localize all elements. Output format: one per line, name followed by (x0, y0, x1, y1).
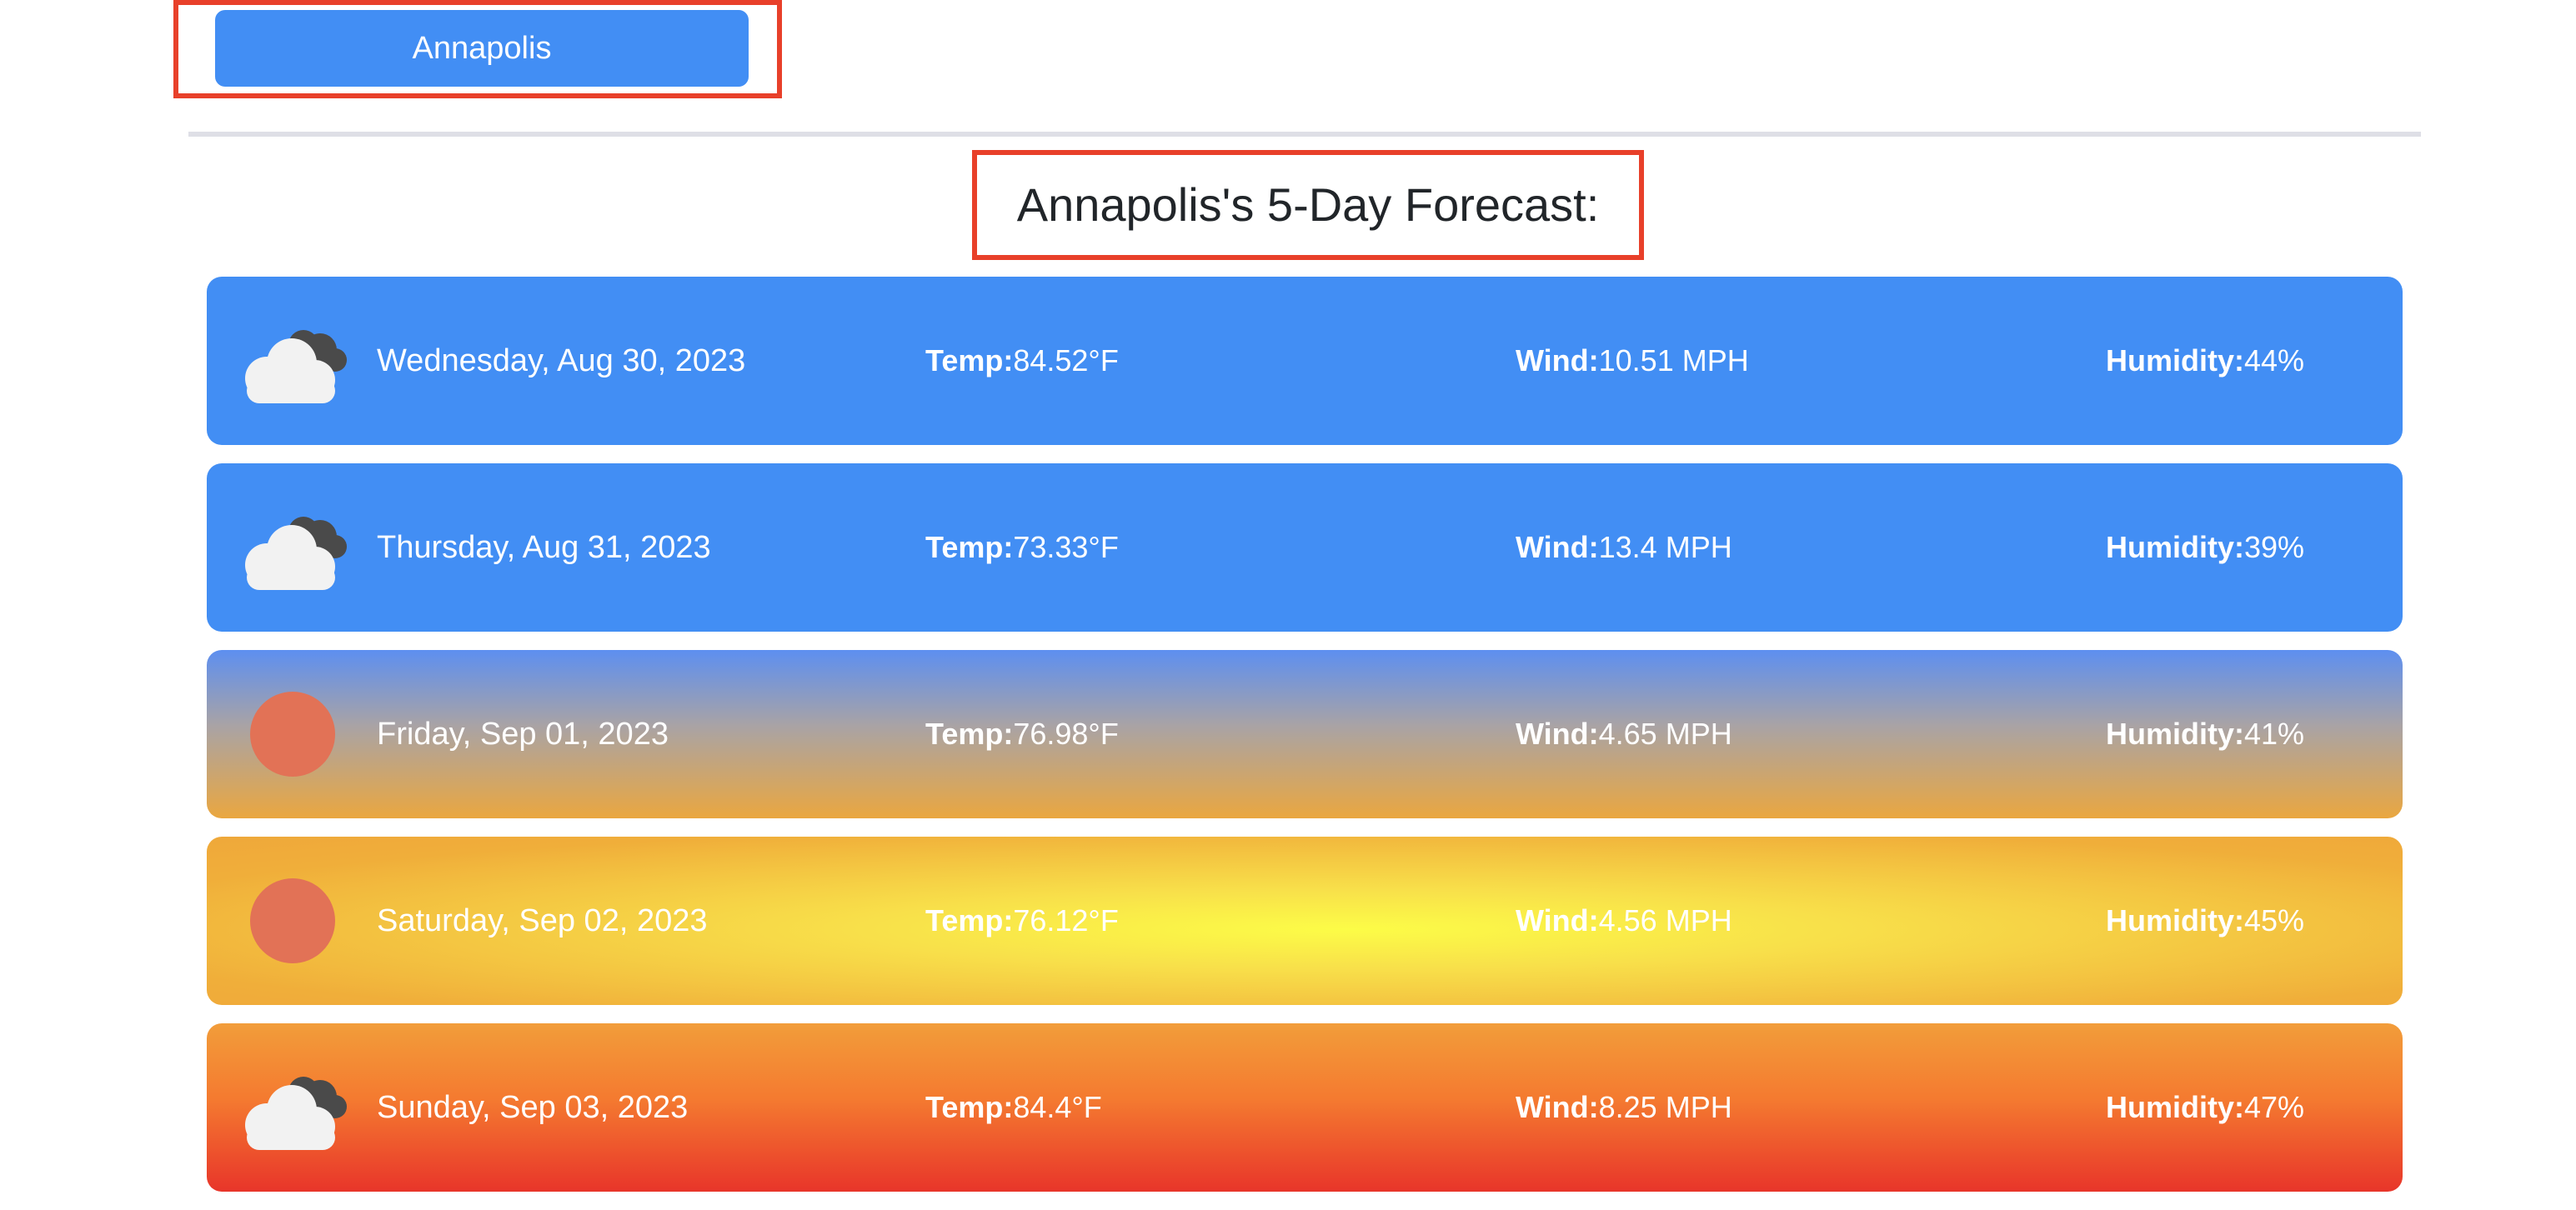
wind-value: 8.25 MPH (1598, 1090, 1732, 1124)
forecast-date: Wednesday, Aug 30, 2023 (377, 343, 746, 378)
humidity-label: Humidity: (2106, 903, 2244, 938)
forecast-temp: Temp:76.12°F (925, 837, 1119, 1005)
temp-value: 76.98°F (1013, 717, 1119, 751)
temp-label: Temp: (925, 717, 1014, 751)
forecast-temp: Temp:73.33°F (925, 463, 1119, 632)
wind-label: Wind: (1516, 717, 1599, 751)
temp-value: 76.12°F (1013, 903, 1119, 938)
humidity-value: 39% (2244, 530, 2305, 564)
humidity-label: Humidity: (2106, 1090, 2244, 1124)
temp-label: Temp: (925, 903, 1014, 938)
humidity-label: Humidity: (2106, 717, 2244, 751)
forecast-wind: Wind:4.65 MPH (1516, 650, 1732, 818)
forecast-temp: Temp:76.98°F (925, 650, 1119, 818)
forecast-humidity: Humidity:41% (2106, 650, 2304, 818)
sun-icon (250, 692, 335, 777)
forecast-date: Saturday, Sep 02, 2023 (377, 903, 708, 938)
humidity-value: 41% (2244, 717, 2305, 751)
forecast-title: Annapolis's 5-Day Forecast: (1016, 178, 1600, 231)
forecast-card-day-1: Wednesday, Aug 30, 2023 Temp:84.52°F Win… (207, 277, 2403, 445)
temp-value: 73.33°F (1013, 530, 1119, 564)
divider (188, 132, 2421, 137)
forecast-card-day-4: Saturday, Sep 02, 2023 Temp:76.12°F Wind… (207, 837, 2403, 1005)
forecast-humidity: Humidity:47% (2106, 1023, 2304, 1192)
forecast-date: Sunday, Sep 03, 2023 (377, 1090, 689, 1125)
forecast-humidity: Humidity:39% (2106, 463, 2304, 632)
sun-icon (250, 878, 335, 963)
wind-label: Wind: (1516, 530, 1599, 564)
humidity-value: 47% (2244, 1090, 2305, 1124)
wind-value: 4.65 MPH (1598, 717, 1732, 751)
forecast-wind: Wind:8.25 MPH (1516, 1023, 1732, 1192)
temp-label: Temp: (925, 1090, 1014, 1124)
forecast-humidity: Humidity:44% (2106, 277, 2304, 445)
forecast-card-day-2: Thursday, Aug 31, 2023 Temp:73.33°F Wind… (207, 463, 2403, 632)
forecast-date: Friday, Sep 01, 2023 (377, 717, 669, 752)
clouds-icon (245, 1077, 347, 1150)
clouds-icon (245, 517, 347, 590)
humidity-label: Humidity: (2106, 343, 2244, 378)
forecast-list: Wednesday, Aug 30, 2023 Temp:84.52°F Win… (207, 277, 2403, 1210)
forecast-wind: Wind:4.56 MPH (1516, 837, 1732, 1005)
wind-label: Wind: (1516, 903, 1599, 938)
temp-label: Temp: (925, 343, 1014, 378)
forecast-wind: Wind:13.4 MPH (1516, 463, 1732, 632)
humidity-value: 44% (2244, 343, 2305, 378)
wind-label: Wind: (1516, 343, 1599, 378)
wind-label: Wind: (1516, 1090, 1599, 1124)
humidity-value: 45% (2244, 903, 2305, 938)
history-button-annapolis[interactable]: Annapolis (215, 10, 749, 87)
forecast-temp: Temp:84.4°F (925, 1023, 1102, 1192)
forecast-humidity: Humidity:45% (2106, 837, 2304, 1005)
forecast-date: Thursday, Aug 31, 2023 (377, 530, 711, 565)
forecast-card-day-3: Friday, Sep 01, 2023 Temp:76.98°F Wind:4… (207, 650, 2403, 818)
wind-value: 13.4 MPH (1598, 530, 1732, 564)
forecast-wind: Wind:10.51 MPH (1516, 277, 1749, 445)
wind-value: 4.56 MPH (1598, 903, 1732, 938)
forecast-temp: Temp:84.52°F (925, 277, 1119, 445)
temp-value: 84.4°F (1013, 1090, 1102, 1124)
clouds-icon (245, 330, 347, 403)
temp-label: Temp: (925, 530, 1014, 564)
wind-value: 10.51 MPH (1598, 343, 1749, 378)
temp-value: 84.52°F (1013, 343, 1119, 378)
forecast-card-day-5: Sunday, Sep 03, 2023 Temp:84.4°F Wind:8.… (207, 1023, 2403, 1192)
humidity-label: Humidity: (2106, 530, 2244, 564)
